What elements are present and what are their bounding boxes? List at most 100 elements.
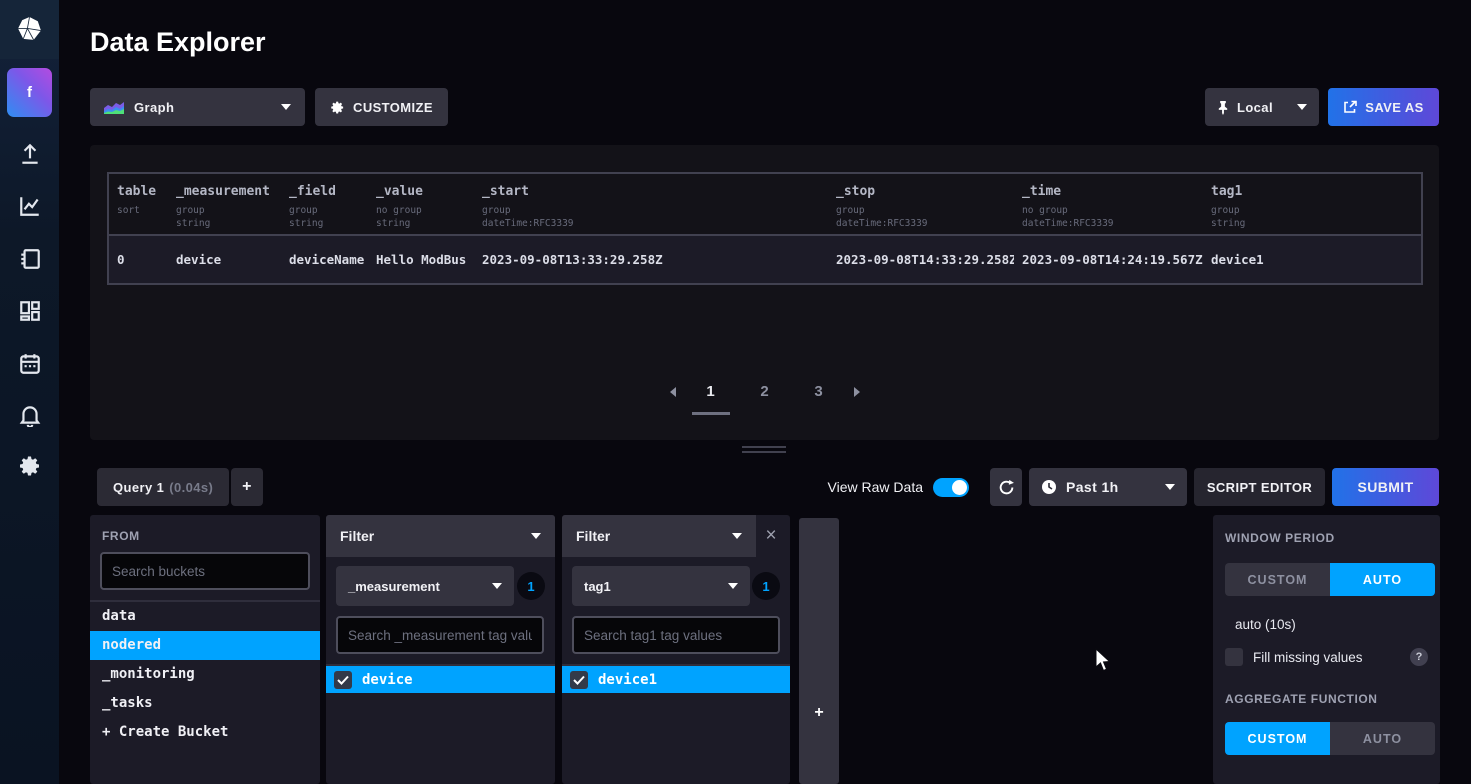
- influxdb-logo[interactable]: [0, 0, 59, 59]
- add-query-button[interactable]: +: [231, 468, 263, 506]
- chevron-down-icon: [281, 104, 291, 110]
- filter-key-row: _measurement 1: [336, 566, 545, 606]
- pagination-page[interactable]: 1: [692, 383, 730, 415]
- view-raw-data-label: View Raw Data: [828, 479, 923, 495]
- tag-key-dropdown[interactable]: tag1: [572, 566, 750, 606]
- refresh-button[interactable]: [990, 468, 1022, 506]
- add-filter-card-button[interactable]: +: [799, 518, 839, 784]
- notebooks-icon[interactable]: [0, 246, 59, 272]
- column-header[interactable]: _field group string: [281, 174, 368, 234]
- time-range-label: Past 1h: [1066, 479, 1119, 495]
- column-header[interactable]: _stop group dateTime:RFC3339: [828, 174, 1014, 234]
- window-period-panel: WINDOW PERIOD CUSTOM AUTO auto (10s) Fil…: [1213, 515, 1440, 784]
- bucket-search-input[interactable]: [100, 552, 310, 590]
- bucket-item[interactable]: data: [90, 602, 320, 631]
- chevron-down-icon: [531, 533, 541, 539]
- column-header[interactable]: _value no group string: [368, 174, 474, 234]
- aggregate-auto-button[interactable]: AUTO: [1330, 722, 1435, 755]
- filter-type-dropdown[interactable]: Filter: [562, 515, 756, 557]
- filter-type-dropdown[interactable]: Filter: [326, 515, 555, 557]
- settings-gear-icon[interactable]: [0, 453, 59, 479]
- pane-resize-handle[interactable]: [742, 446, 786, 456]
- sidebar: f: [0, 0, 59, 784]
- checkbox-unchecked-icon[interactable]: [1225, 648, 1243, 666]
- table-cell: device1: [1203, 252, 1421, 267]
- fill-missing-values-row: Fill missing values ?: [1225, 648, 1428, 666]
- time-range-dropdown[interactable]: Past 1h: [1029, 468, 1187, 506]
- filter-header-label: Filter: [576, 528, 610, 544]
- column-header[interactable]: _time no group dateTime:RFC3339: [1014, 174, 1203, 234]
- checkbox-checked-icon[interactable]: [334, 671, 352, 689]
- tag-value-search-input[interactable]: [336, 616, 544, 654]
- upload-icon[interactable]: [0, 141, 59, 167]
- chevron-down-icon: [732, 533, 742, 539]
- aggregate-function-title: AGGREGATE FUNCTION: [1225, 692, 1428, 706]
- save-as-label: SAVE AS: [1365, 100, 1423, 115]
- column-header[interactable]: tag1 group string: [1203, 174, 1421, 234]
- user-avatar[interactable]: f: [7, 68, 52, 117]
- column-header[interactable]: table sort: [109, 174, 168, 234]
- from-panel-title: FROM: [102, 529, 320, 543]
- save-location-dropdown[interactable]: Local: [1205, 88, 1319, 126]
- raw-data-table: table sort _measurement group string _fi…: [107, 172, 1423, 285]
- pagination-next-icon[interactable]: [854, 387, 860, 397]
- avatar-letter: f: [27, 84, 32, 101]
- column-header[interactable]: _measurement group string: [168, 174, 281, 234]
- submit-button[interactable]: SUBMIT: [1332, 468, 1439, 506]
- filter-panel-measurement: Filter _measurement 1 device: [326, 515, 555, 784]
- tag-value-item-selected[interactable]: device1: [562, 666, 790, 693]
- tag-value-list: device: [326, 664, 555, 693]
- table-cell: 2023-09-08T14:33:29.258Z: [828, 252, 1014, 267]
- tag-key-dropdown[interactable]: _measurement: [336, 566, 514, 606]
- data-explorer-icon[interactable]: [0, 193, 59, 219]
- bucket-list: data nodered _monitoring _tasks + Create…: [90, 600, 320, 747]
- script-editor-button[interactable]: SCRIPT EDITOR: [1194, 468, 1325, 506]
- fill-missing-values-label: Fill missing values: [1253, 650, 1363, 665]
- page-title: Data Explorer: [90, 27, 266, 58]
- tag-key-label: tag1: [584, 579, 611, 594]
- bucket-item-selected[interactable]: nodered: [90, 631, 320, 660]
- from-bucket-panel: FROM data nodered _monitoring _tasks + C…: [90, 515, 320, 784]
- view-raw-data-group: View Raw Data: [828, 478, 969, 497]
- bucket-item[interactable]: _tasks: [90, 689, 320, 718]
- view-raw-data-toggle[interactable]: [933, 478, 969, 497]
- pagination-page[interactable]: 2: [746, 383, 784, 412]
- influxdb-kubo-icon: [16, 16, 43, 43]
- tasks-calendar-icon[interactable]: [0, 351, 59, 377]
- close-filter-icon[interactable]: ×: [760, 525, 782, 547]
- save-as-button[interactable]: SAVE AS: [1328, 88, 1439, 126]
- query-tab[interactable]: Query 1 (0.04s): [97, 468, 229, 506]
- visualization-type-dropdown[interactable]: Graph: [90, 88, 305, 126]
- plus-icon: +: [814, 704, 823, 722]
- pagination: 1 2 3: [90, 383, 1439, 415]
- aggregate-custom-button[interactable]: CUSTOM: [1225, 722, 1330, 755]
- alerts-bell-icon[interactable]: [0, 402, 59, 428]
- column-header[interactable]: _start group dateTime:RFC3339: [474, 174, 828, 234]
- export-icon: [1343, 100, 1357, 114]
- dashboards-icon[interactable]: [0, 298, 59, 324]
- tag-value-item-selected[interactable]: device: [326, 666, 555, 693]
- bucket-item[interactable]: _monitoring: [90, 660, 320, 689]
- refresh-icon: [998, 479, 1015, 496]
- window-auto-value: auto (10s): [1235, 617, 1428, 632]
- mouse-cursor: [1095, 648, 1113, 674]
- selected-count-badge: 1: [752, 572, 780, 600]
- window-auto-button[interactable]: AUTO: [1330, 563, 1435, 596]
- help-icon[interactable]: ?: [1410, 648, 1428, 666]
- table-cell: 2023-09-08T13:33:29.258Z: [474, 252, 828, 267]
- checkbox-checked-icon[interactable]: [570, 671, 588, 689]
- chevron-down-icon: [1297, 104, 1307, 110]
- tag-value-list: device1: [562, 664, 790, 693]
- create-bucket-button[interactable]: + Create Bucket: [90, 718, 320, 747]
- pagination-page[interactable]: 3: [800, 383, 838, 412]
- tag-key-label: _measurement: [348, 579, 440, 594]
- plus-icon: +: [242, 478, 252, 496]
- tag-value-search-input[interactable]: [572, 616, 780, 654]
- customize-button[interactable]: CUSTOMIZE: [315, 88, 448, 126]
- pagination-prev-icon[interactable]: [670, 387, 676, 397]
- script-editor-label: SCRIPT EDITOR: [1207, 480, 1312, 495]
- window-custom-button[interactable]: CUSTOM: [1225, 563, 1330, 596]
- toggle-knob: [952, 480, 967, 495]
- table-cell: Hello ModBus: [368, 252, 474, 267]
- table-header-row: table sort _measurement group string _fi…: [109, 174, 1421, 236]
